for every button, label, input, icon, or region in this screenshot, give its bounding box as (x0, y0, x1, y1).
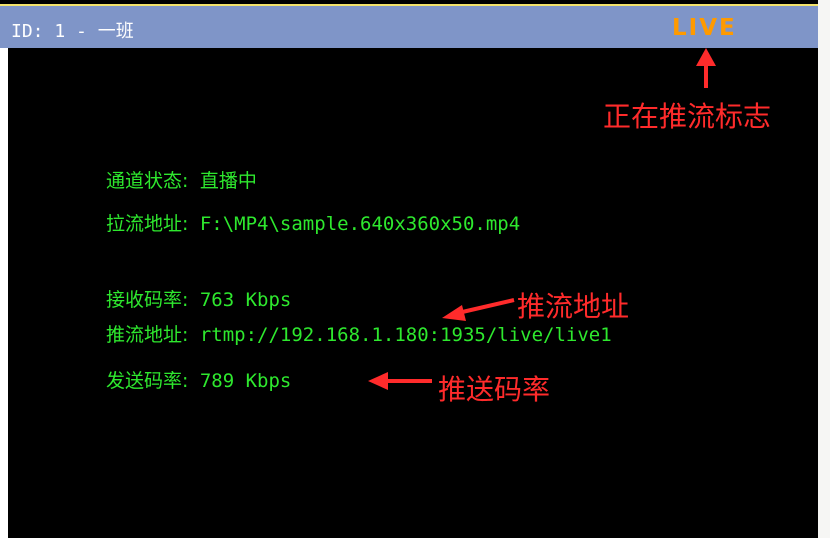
channel-title: ID: 1 - 一班 (11, 21, 134, 42)
title-bar: ID: 1 - 一班 LIVE (0, 4, 818, 48)
push-url-annotation: 推流地址 (517, 290, 630, 323)
send-bitrate-row: 发送码率: 789 Kbps (106, 366, 291, 393)
send-bitrate-label: 发送码率: (106, 370, 189, 392)
right-border (818, 0, 830, 538)
push-url-label: 推流地址: (106, 324, 189, 346)
pull-url-label: 拉流地址: (106, 213, 189, 235)
receive-bitrate-row: 接收码率: 763 Kbps (106, 285, 291, 312)
app-window: ID: 1 - 一班 LIVE 通道状态: 直播中 拉流地址: F:\MP4\s… (0, 0, 830, 538)
left-border (0, 48, 8, 538)
receive-bitrate-label: 接收码率: (106, 289, 189, 311)
channel-status-label: 通道状态: (106, 170, 189, 192)
send-bitrate-annotation: 推送码率 (438, 373, 551, 406)
pull-url-value: F:\MP4\sample.640x360x50.mp4 (199, 213, 521, 235)
live-flag-annotation: 正在推流标志 (603, 100, 772, 133)
send-bitrate-value: 789 Kbps (199, 370, 292, 392)
channel-status-row: 通道状态: 直播中 (106, 166, 257, 193)
pull-url-row: 拉流地址: F:\MP4\sample.640x360x50.mp4 (106, 209, 520, 236)
receive-bitrate-value: 763 Kbps (199, 289, 292, 311)
channel-status-value: 直播中 (199, 170, 257, 192)
push-url-value: rtmp://192.168.1.180:1935/live/live1 (199, 324, 612, 346)
live-badge: LIVE (672, 15, 737, 41)
